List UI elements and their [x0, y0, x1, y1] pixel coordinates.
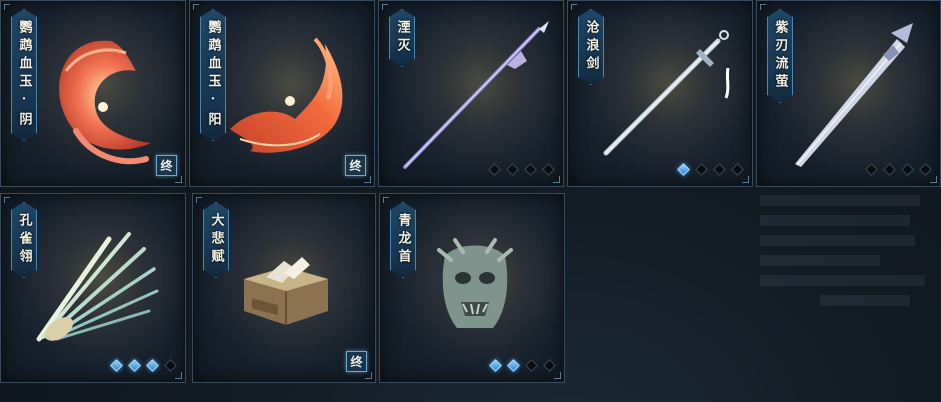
level-diamond	[901, 163, 914, 176]
upgrade-level	[110, 359, 177, 372]
faded-background-panel	[760, 195, 930, 325]
level-diamond	[164, 359, 177, 372]
item-card-1[interactable]: 鹦鹉血玉·阳 终	[189, 0, 375, 187]
item-card-0[interactable]: 鹦鹉血玉·阴 终	[0, 0, 186, 187]
red-phoenix-wing-icon	[230, 37, 343, 153]
dragon-head-icon	[437, 238, 513, 328]
level-diamond-filled	[507, 359, 520, 372]
card-corner	[193, 4, 199, 10]
item-card-4[interactable]: 紫刃流萤	[756, 0, 941, 187]
item-card-2[interactable]: 湮灭	[378, 0, 564, 187]
item-name-tag: 鹦鹉血玉·阴	[11, 9, 37, 141]
sword-icon	[603, 30, 730, 156]
level-diamond	[731, 163, 744, 176]
item-card-7[interactable]: 青龙首	[379, 193, 565, 383]
level-diamond	[713, 163, 726, 176]
final-badge: 终	[345, 155, 366, 176]
level-diamond	[524, 163, 537, 176]
item-name-tag: 大悲赋	[203, 202, 229, 278]
peacock-feather-icon	[36, 232, 159, 342]
level-diamond	[525, 359, 538, 372]
level-diamond-filled	[489, 359, 502, 372]
card-corner	[4, 4, 10, 10]
card-corner	[760, 4, 766, 10]
level-diamond	[883, 163, 896, 176]
level-diamond-filled	[110, 359, 123, 372]
level-diamond	[865, 163, 878, 176]
level-diamond	[543, 359, 556, 372]
red-phoenix-feather-icon	[59, 40, 152, 165]
item-name-tag: 青龙首	[390, 202, 416, 278]
level-diamond-filled	[128, 359, 141, 372]
spear-icon	[403, 21, 549, 169]
item-name-tag: 孔雀翎	[11, 202, 37, 278]
level-diamond	[488, 163, 501, 176]
item-name-tag: 沧浪剑	[578, 9, 604, 85]
item-card-5[interactable]: 孔雀翎	[0, 193, 186, 383]
card-corner	[382, 4, 388, 10]
level-diamond	[506, 163, 519, 176]
level-diamond-filled	[146, 359, 159, 372]
card-corner	[196, 197, 202, 203]
final-badge: 终	[346, 351, 367, 372]
book-box-icon	[244, 257, 328, 325]
blade-icon	[795, 23, 913, 167]
item-card-6[interactable]: 大悲赋 终	[192, 193, 376, 383]
level-diamond	[919, 163, 932, 176]
level-diamond	[695, 163, 708, 176]
level-diamond-filled	[677, 163, 690, 176]
card-corner	[4, 197, 10, 203]
item-name-tag: 紫刃流萤	[767, 9, 793, 103]
card-corner	[383, 197, 389, 203]
item-name-tag: 湮灭	[389, 9, 415, 67]
item-name-tag: 鹦鹉血玉·阳	[200, 9, 226, 141]
upgrade-level	[865, 163, 932, 176]
final-badge: 终	[156, 155, 177, 176]
card-corner	[571, 4, 577, 10]
item-card-3[interactable]: 沧浪剑	[567, 0, 753, 187]
upgrade-level	[489, 359, 556, 372]
upgrade-level	[488, 163, 555, 176]
level-diamond	[542, 163, 555, 176]
upgrade-level	[677, 163, 744, 176]
